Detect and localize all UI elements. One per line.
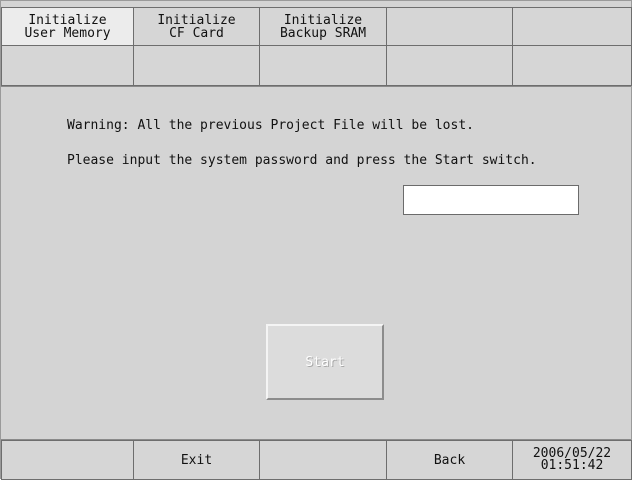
datetime-display: 2006/05/22 01:51:42	[513, 440, 632, 480]
system-password-input[interactable]	[403, 185, 579, 215]
warning-text: Warning: All the previous Project File w…	[67, 118, 474, 133]
header-divider	[1, 86, 631, 87]
sub-tab-slot-4	[387, 45, 513, 86]
tab-initialize-cf-card[interactable]: Initialize CF Card	[134, 7, 260, 45]
tab-row: Initialize User Memory Initialize CF Car…	[1, 7, 632, 45]
instruction-text: Please input the system password and pre…	[67, 153, 537, 168]
sub-tab-slot-1	[1, 45, 134, 86]
bottom-bar: Exit Back 2006/05/22 01:51:42	[1, 440, 632, 480]
sub-tab-row	[1, 45, 632, 86]
tab-initialize-user-memory[interactable]: Initialize User Memory	[1, 7, 134, 45]
start-button[interactable]: Start	[266, 324, 384, 400]
tab-empty-5	[513, 7, 632, 45]
sub-tab-slot-3	[260, 45, 387, 86]
initialize-screen: Initialize User Memory Initialize CF Car…	[0, 0, 632, 480]
bottom-slot-1	[1, 440, 134, 480]
sub-tab-slot-2	[134, 45, 260, 86]
bottom-slot-3	[260, 440, 387, 480]
exit-button[interactable]: Exit	[134, 440, 260, 480]
tab-initialize-backup-sram[interactable]: Initialize Backup SRAM	[260, 7, 387, 45]
sub-tab-slot-5	[513, 45, 632, 86]
tab-empty-4	[387, 7, 513, 45]
back-button[interactable]: Back	[387, 440, 513, 480]
